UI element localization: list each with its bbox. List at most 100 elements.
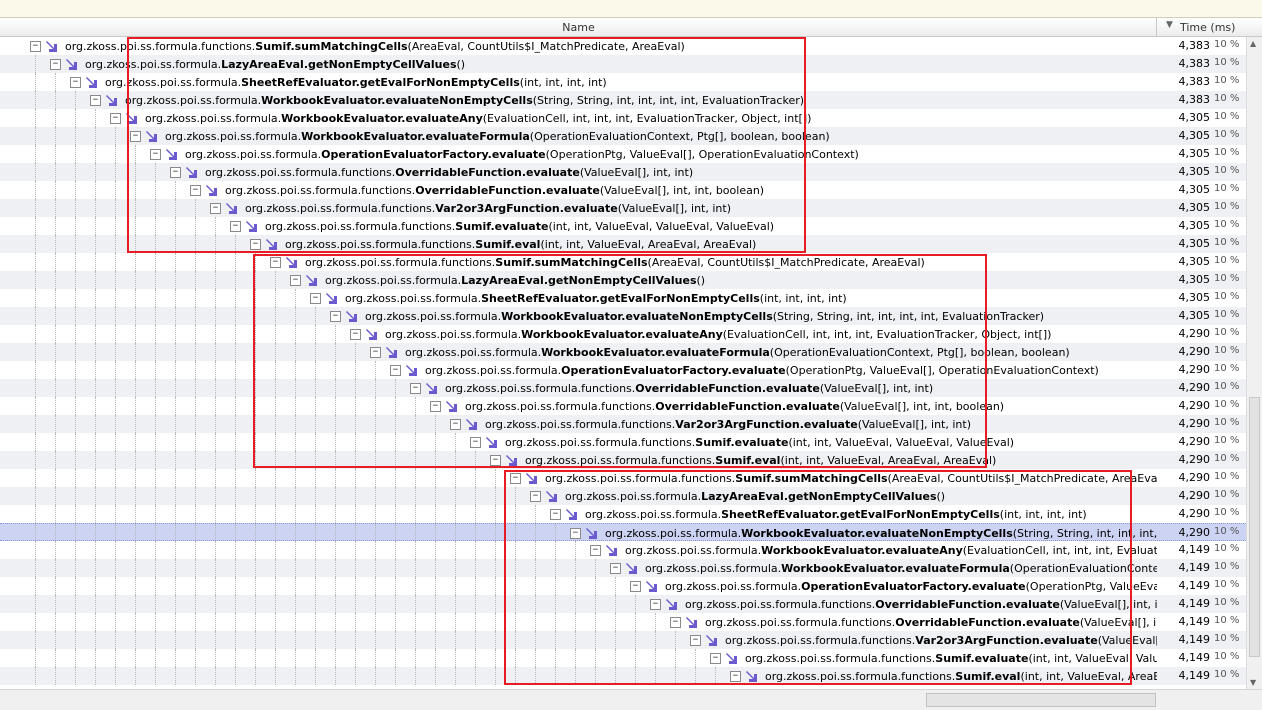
tree-row[interactable]: − org.zkoss.poi.ss.formula.functions.Sumi…: [0, 235, 1246, 253]
collapse-toggle-icon[interactable]: −: [470, 436, 481, 448]
tree-row[interactable]: − org.zkoss.poi.ss.formula.WorkbookEvalua…: [0, 541, 1246, 559]
collapse-toggle-icon[interactable]: −: [130, 130, 141, 142]
tree-row[interactable]: − org.zkoss.poi.ss.formula.functions.Over…: [0, 613, 1246, 631]
time-percent: 10 %: [1214, 543, 1240, 554]
collapse-toggle-icon[interactable]: −: [510, 472, 521, 484]
tree-row[interactable]: − org.zkoss.poi.ss.formula.functions.Over…: [0, 595, 1246, 613]
collapse-toggle-icon[interactable]: −: [70, 76, 81, 88]
collapse-toggle-icon[interactable]: −: [530, 490, 541, 502]
collapse-toggle-icon[interactable]: −: [270, 256, 281, 268]
tree-row[interactable]: − org.zkoss.poi.ss.formula.WorkbookEvalua…: [0, 523, 1246, 542]
indent-guide: [55, 433, 56, 451]
tree-row[interactable]: − org.zkoss.poi.ss.formula.WorkbookEvalua…: [0, 91, 1246, 109]
collapse-toggle-icon[interactable]: −: [670, 616, 681, 628]
time-percent: 10 %: [1214, 453, 1240, 464]
collapse-toggle-icon[interactable]: −: [710, 652, 721, 664]
scroll-down-icon[interactable]: ▼: [1250, 678, 1256, 687]
collapse-toggle-icon[interactable]: −: [250, 238, 261, 250]
tree-row[interactable]: − org.zkoss.poi.ss.formula.functions.Over…: [0, 397, 1246, 415]
collapse-toggle-icon[interactable]: −: [630, 580, 641, 592]
tree-row[interactable]: − org.zkoss.poi.ss.formula.functions.Sumi…: [0, 433, 1246, 451]
name-column-header[interactable]: Name: [0, 18, 1157, 37]
collapse-toggle-icon[interactable]: −: [590, 544, 601, 556]
tree-row[interactable]: − org.zkoss.poi.ss.formula.WorkbookEvalua…: [0, 559, 1246, 577]
indent-guide: [295, 415, 296, 433]
collapse-toggle-icon[interactable]: −: [90, 94, 101, 106]
collapse-toggle-icon[interactable]: −: [390, 364, 401, 376]
indent-guide: [355, 433, 356, 451]
collapse-toggle-icon[interactable]: −: [610, 562, 621, 574]
collapse-toggle-icon[interactable]: −: [410, 382, 421, 394]
indent-guide: [35, 487, 36, 505]
tree-row[interactable]: − org.zkoss.poi.ss.formula.functions.Sumi…: [0, 469, 1246, 487]
indent-guide: [115, 433, 116, 451]
tree-row[interactable]: − org.zkoss.poi.ss.formula.WorkbookEvalua…: [0, 343, 1246, 361]
time-column-header[interactable]: ▼ Time (ms): [1158, 18, 1262, 37]
indent-guide: [475, 559, 476, 577]
tree-row[interactable]: − org.zkoss.poi.ss.formula.functions.Var2…: [0, 415, 1246, 433]
collapse-toggle-icon[interactable]: −: [730, 670, 741, 682]
tree-row[interactable]: − org.zkoss.poi.ss.formula.SheetRefEvalua…: [0, 73, 1246, 91]
tree-row[interactable]: − org.zkoss.poi.ss.formula.WorkbookEvalua…: [0, 127, 1246, 145]
tree-row[interactable]: − org.zkoss.poi.ss.formula.LazyAreaEval.g…: [0, 271, 1246, 289]
scroll-up-icon[interactable]: ▲: [1250, 39, 1256, 48]
collapse-toggle-icon[interactable]: −: [570, 527, 581, 539]
call-tree[interactable]: − org.zkoss.poi.ss.formula.functions.Sumi…: [0, 37, 1246, 689]
collapse-toggle-icon[interactable]: −: [430, 400, 441, 412]
collapse-toggle-icon[interactable]: −: [310, 292, 321, 304]
indent-guide: [495, 487, 496, 505]
tree-row[interactable]: − org.zkoss.poi.ss.formula.functions.Over…: [0, 163, 1246, 181]
tree-row[interactable]: − org.zkoss.poi.ss.formula.functions.Sumi…: [0, 667, 1246, 685]
collapse-toggle-icon[interactable]: −: [370, 346, 381, 358]
vertical-scrollbar[interactable]: ▲ ▼: [1246, 37, 1262, 689]
collapse-toggle-icon[interactable]: −: [550, 508, 561, 520]
tree-row[interactable]: − org.zkoss.poi.ss.formula.functions.Over…: [0, 379, 1246, 397]
tree-row[interactable]: − org.zkoss.poi.ss.formula.WorkbookEvalua…: [0, 109, 1246, 127]
tree-row[interactable]: − org.zkoss.poi.ss.formula.functions.Sumi…: [0, 253, 1246, 271]
indent-guide: [235, 505, 236, 523]
tree-row[interactable]: − org.zkoss.poi.ss.formula.SheetRefEvalua…: [0, 505, 1246, 523]
collapse-toggle-icon[interactable]: −: [650, 598, 661, 610]
tree-row[interactable]: − org.zkoss.poi.ss.formula.LazyAreaEval.g…: [0, 487, 1246, 505]
tree-row[interactable]: − org.zkoss.poi.ss.formula.OperationEvalu…: [0, 361, 1246, 379]
vertical-scroll-thumb[interactable]: [1249, 397, 1260, 657]
collapse-toggle-icon[interactable]: −: [330, 310, 341, 322]
collapse-toggle-icon[interactable]: −: [50, 58, 61, 70]
tree-row[interactable]: − org.zkoss.poi.ss.formula.functions.Var2…: [0, 199, 1246, 217]
indent-guide: [515, 505, 516, 523]
tree-row[interactable]: − org.zkoss.poi.ss.formula.functions.Sumi…: [0, 37, 1246, 55]
indent-guide: [355, 505, 356, 523]
collapse-toggle-icon[interactable]: −: [210, 202, 221, 214]
tree-row[interactable]: − org.zkoss.poi.ss.formula.OperationEvalu…: [0, 577, 1246, 595]
collapse-toggle-icon[interactable]: −: [450, 418, 461, 430]
tree-row[interactable]: − org.zkoss.poi.ss.formula.functions.Sumi…: [0, 649, 1246, 667]
collapse-toggle-icon[interactable]: −: [690, 634, 701, 646]
tree-row[interactable]: − org.zkoss.poi.ss.formula.WorkbookEvalua…: [0, 325, 1246, 343]
collapse-toggle-icon[interactable]: −: [150, 148, 161, 160]
collapse-toggle-icon[interactable]: −: [490, 454, 501, 466]
indent-guide: [535, 505, 536, 523]
tree-row[interactable]: − org.zkoss.poi.ss.formula.SheetRefEvalua…: [0, 289, 1246, 307]
tree-row[interactable]: − org.zkoss.poi.ss.formula.WorkbookEvalua…: [0, 307, 1246, 325]
collapse-toggle-icon[interactable]: −: [170, 166, 181, 178]
tree-row[interactable]: − org.zkoss.poi.ss.formula.OperationEvalu…: [0, 145, 1246, 163]
indent-guide: [75, 109, 76, 127]
indent-guide: [635, 595, 636, 613]
collapse-toggle-icon[interactable]: −: [230, 220, 241, 232]
horizontal-scroll-thumb[interactable]: [926, 693, 1156, 707]
method-call-arrow-icon: [566, 509, 577, 520]
collapse-toggle-icon[interactable]: −: [350, 328, 361, 340]
indent-guide: [95, 487, 96, 505]
tree-row[interactable]: − org.zkoss.poi.ss.formula.functions.Over…: [0, 181, 1246, 199]
collapse-toggle-icon[interactable]: −: [110, 112, 121, 124]
collapse-toggle-icon[interactable]: −: [30, 40, 41, 52]
tree-row[interactable]: − org.zkoss.poi.ss.formula.LazyAreaEval.g…: [0, 55, 1246, 73]
horizontal-scrollbar[interactable]: [0, 689, 1262, 710]
method-args: (ValueEval[], int, int): [617, 201, 731, 215]
tree-row[interactable]: − org.zkoss.poi.ss.formula.functions.Sumi…: [0, 451, 1246, 469]
tree-row[interactable]: − org.zkoss.poi.ss.formula.functions.Sumi…: [0, 217, 1246, 235]
collapse-toggle-icon[interactable]: −: [290, 274, 301, 286]
tree-row[interactable]: − org.zkoss.poi.ss.formula.functions.Var2…: [0, 631, 1246, 649]
collapse-toggle-icon[interactable]: −: [190, 184, 201, 196]
time-percent: 10 %: [1214, 615, 1240, 626]
